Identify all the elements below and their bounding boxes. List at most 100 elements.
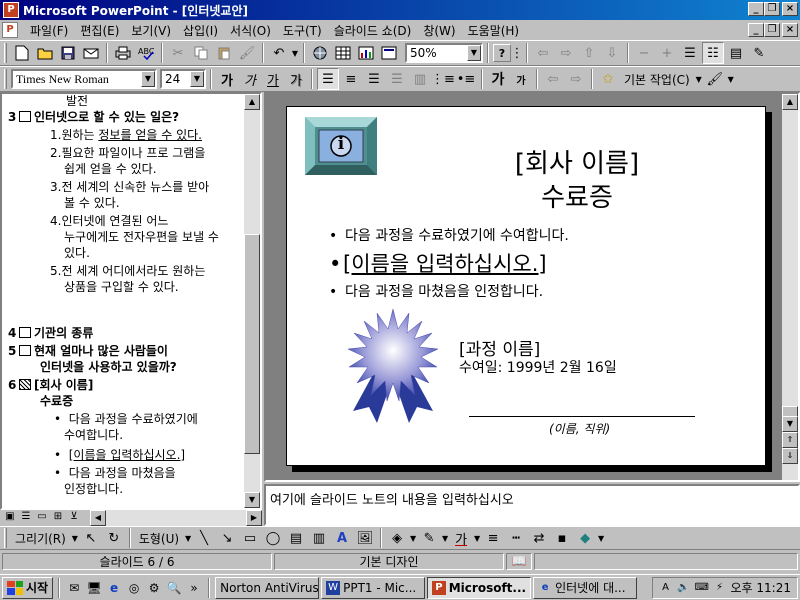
align-right-icon[interactable]: ☰: [363, 68, 385, 90]
distribute-icon[interactable]: ▥: [409, 68, 431, 90]
spelling-status-icon[interactable]: 📖: [506, 552, 532, 570]
slide-show-icon[interactable]: ⊻: [66, 511, 82, 525]
toolbar-grip[interactable]: [4, 528, 7, 548]
document-icon[interactable]: P: [2, 22, 18, 38]
scroll-left-arrow[interactable]: ◀: [90, 510, 106, 526]
slide-bullet-2[interactable]: •[이름을 입력하십시오.]: [329, 248, 547, 278]
minimize-button[interactable]: _: [748, 2, 764, 16]
line-icon[interactable]: ╲: [193, 527, 215, 549]
help-button[interactable]: ?: [493, 44, 511, 62]
powerpoint-app-icon[interactable]: P: [3, 2, 19, 18]
promote-icon[interactable]: ⇦: [542, 68, 564, 90]
autoshapes-menu-button[interactable]: 도형(U): [135, 530, 183, 547]
line-style-icon[interactable]: ≡: [482, 527, 504, 549]
outline-content[interactable]: 발전 3 인터넷으로 할 수 있는 일은? 1.원하는 정보를 얻을 수 있다. 2.필…: [2, 94, 246, 508]
collapse-icon[interactable]: −: [633, 42, 655, 64]
demote-icon[interactable]: ⇨: [565, 68, 587, 90]
network-tray-icon[interactable]: ⚡: [713, 581, 727, 595]
numbering-icon[interactable]: ⋮≡: [431, 68, 455, 90]
notes-pane[interactable]: 여기에 슬라이드 노트의 내용을 입력하십시오: [264, 484, 800, 526]
slide-icon[interactable]: [19, 379, 31, 390]
outline-line[interactable]: 쉽게 얻을 수 있다.: [64, 162, 157, 177]
draw-dropdown-icon[interactable]: ▼: [71, 527, 79, 549]
quick-launch-search-icon[interactable]: 🔍: [165, 579, 183, 597]
menu-tools[interactable]: 도구(T): [277, 22, 328, 39]
outline-view-icon[interactable]: ☰: [18, 511, 34, 525]
bullets-icon[interactable]: •≡: [455, 68, 477, 90]
quick-launch-app-icon[interactable]: ◎: [125, 579, 143, 597]
show-formatting-icon[interactable]: ✎: [748, 42, 770, 64]
slide-canvas[interactable]: i [회사 이름] 수료증 • 다음 과정을 수료하였기에 수여합니다. •[이름…: [286, 106, 766, 466]
insert-clipart-icon[interactable]: 🖼: [354, 527, 376, 549]
task-ppt1[interactable]: W PPT1 - Mic...: [321, 576, 426, 599]
start-button[interactable]: 시작: [2, 576, 54, 599]
slide-title-line1[interactable]: [회사 이름]: [407, 143, 747, 180]
outline-slide-6[interactable]: 6 [회사 이름]: [8, 378, 93, 393]
slide-bullet-1[interactable]: • 다음 과정을 수료하였기에 수여합니다.: [329, 225, 569, 245]
demote-right-icon[interactable]: ⇨: [555, 42, 577, 64]
task-norton[interactable]: Norton AntiVirus: [215, 576, 320, 599]
menu-slideshow[interactable]: 슬라이드 쇼(D): [328, 22, 418, 39]
toolbar-grip[interactable]: [4, 43, 7, 63]
hyperlink-icon[interactable]: [309, 42, 331, 64]
quick-launch-outlook-icon[interactable]: ✉: [65, 579, 83, 597]
wordart-icon[interactable]: A: [331, 527, 353, 549]
menu-insert[interactable]: 삽입(I): [177, 22, 224, 39]
cut-icon[interactable]: ✂: [167, 42, 189, 64]
doc-minimize-button[interactable]: _: [748, 23, 764, 37]
insert-chart-icon[interactable]: [355, 42, 377, 64]
animation-star-icon[interactable]: ✩: [597, 68, 619, 90]
scroll-down-arrow[interactable]: ▼: [244, 492, 260, 508]
bold-button[interactable]: 가: [216, 68, 238, 90]
new-slide-icon[interactable]: [378, 42, 400, 64]
free-rotate-icon[interactable]: ↻: [103, 527, 125, 549]
common-tasks-dropdown-icon[interactable]: ▼: [695, 68, 703, 90]
slide-pane[interactable]: i [회사 이름] 수료증 • 다음 과정을 수료하였기에 수여합니다. •[이름…: [264, 92, 800, 482]
outline-line[interactable]: • 다음 과정을 마쳤음을: [54, 466, 176, 481]
outline-line[interactable]: • 다음 과정을 수료하였기에: [54, 412, 198, 427]
draw-menu-button[interactable]: 그리기(R): [11, 530, 70, 547]
outline-line[interactable]: • [이름을 입력하십시오.]: [54, 448, 185, 463]
slide-title-line2[interactable]: 수료증: [407, 177, 747, 214]
font-color-button[interactable]: 가: [450, 527, 472, 549]
menu-window[interactable]: 창(W): [417, 22, 461, 39]
window-title-bar[interactable]: P Microsoft PowerPoint - [인터넷교안] _ ❐ ×: [0, 0, 800, 20]
outline-line[interactable]: 수여합니다.: [64, 428, 123, 443]
outline-line[interactable]: 5.전 세계 어디에서라도 원하는: [50, 264, 205, 279]
font-size-combo[interactable]: 24 ▼: [160, 69, 206, 89]
collapse-all-icon[interactable]: ☰: [679, 42, 701, 64]
task-powerpoint[interactable]: P Microsoft...: [427, 576, 532, 599]
quick-launch-more-icon[interactable]: »: [185, 579, 203, 597]
undo-dropdown-icon[interactable]: ▼: [291, 42, 299, 64]
fill-color-icon[interactable]: 🖌: [704, 68, 726, 90]
common-tasks-button[interactable]: 기본 작업(C): [620, 71, 694, 88]
arrow-style-icon[interactable]: ⇄: [528, 527, 550, 549]
new-icon[interactable]: [11, 42, 33, 64]
outline-line[interactable]: 인터넷을 사용하고 있을까?: [40, 360, 177, 375]
justify-icon[interactable]: ☰: [386, 68, 408, 90]
print-icon[interactable]: [112, 42, 134, 64]
task-internet-doc[interactable]: e 인터넷에 대...: [533, 576, 638, 599]
rectangle-icon[interactable]: ▭: [239, 527, 261, 549]
fill-color-dropdown-icon[interactable]: ▼: [409, 527, 417, 549]
open-folder-icon[interactable]: [34, 42, 56, 64]
undo-icon[interactable]: ↶: [268, 42, 290, 64]
expand-icon[interactable]: +: [656, 42, 678, 64]
outline-line[interactable]: 상품을 구입할 수 있다.: [64, 280, 179, 295]
grow-font-button[interactable]: 가: [487, 68, 509, 90]
scroll-right-arrow[interactable]: ▶: [246, 510, 262, 526]
select-pointer-icon[interactable]: ↖: [80, 527, 102, 549]
toolbar-grip[interactable]: [4, 69, 7, 89]
outline-line[interactable]: 누구에게도 전자우편을 보낼 수: [64, 230, 219, 245]
close-button[interactable]: ×: [782, 2, 798, 16]
promote-left-icon[interactable]: ⇦: [532, 42, 554, 64]
arrow-icon[interactable]: ↘: [216, 527, 238, 549]
font-size-dropdown-arrow[interactable]: ▼: [190, 71, 204, 87]
font-color-dropdown-icon[interactable]: ▼: [473, 527, 481, 549]
award-ribbon-graphic[interactable]: [343, 307, 443, 427]
volume-icon[interactable]: 🔊: [677, 581, 691, 595]
email-icon[interactable]: [80, 42, 102, 64]
info-logo[interactable]: i: [305, 117, 377, 175]
vertical-text-box-icon[interactable]: ▥: [308, 527, 330, 549]
slide-bullet-3[interactable]: • 다음 과정을 마쳤음을 인정합니다.: [329, 281, 543, 301]
